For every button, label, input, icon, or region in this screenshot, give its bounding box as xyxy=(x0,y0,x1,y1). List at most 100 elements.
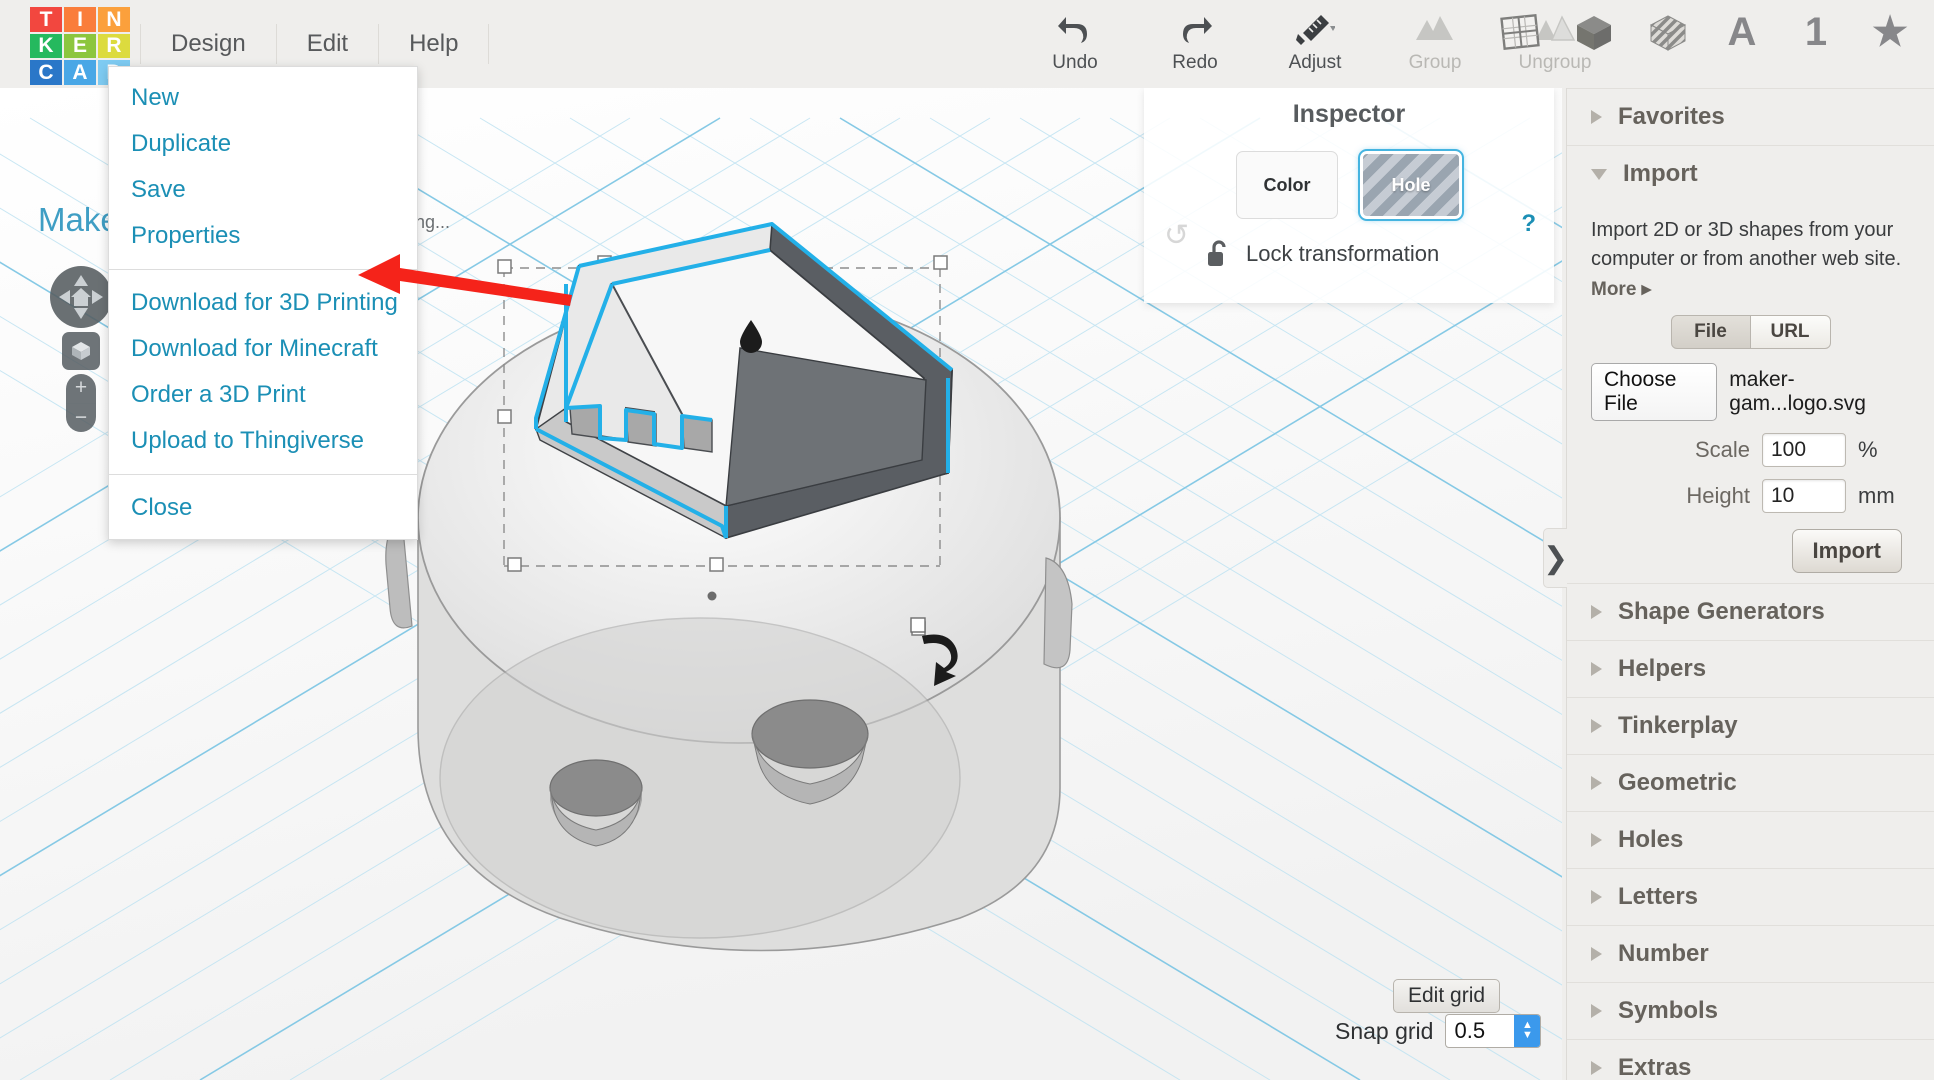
chevron-right-icon xyxy=(1591,605,1602,619)
sidebar-item-import[interactable]: Import xyxy=(1567,146,1934,202)
chevron-right-icon xyxy=(1591,662,1602,676)
color-swatch-label: Color xyxy=(1263,174,1311,195)
scale-input[interactable] xyxy=(1762,433,1846,467)
menu-help[interactable]: Help xyxy=(379,24,490,64)
sidebar-item-shape-generators[interactable]: Shape Generators xyxy=(1567,583,1934,641)
text-letter-icon[interactable]: A xyxy=(1718,8,1766,56)
snap-grid-value: 0.5 xyxy=(1454,1018,1486,1043)
sidebar-item-label: Helpers xyxy=(1618,655,1707,682)
menu-item-new[interactable]: New xyxy=(109,75,417,121)
logo-cell-R: R xyxy=(98,33,130,59)
logo-cell-K: K xyxy=(30,33,62,59)
sidebar-item-label: Symbols xyxy=(1618,997,1719,1024)
solid-cube-icon[interactable] xyxy=(1570,8,1618,56)
sidebar-item-extras[interactable]: Extras xyxy=(1567,1040,1934,1080)
chevron-right-icon xyxy=(1591,833,1602,847)
favorite-star-icon[interactable]: ★ xyxy=(1866,8,1914,56)
choose-file-button[interactable]: Choose File xyxy=(1591,363,1718,421)
height-input[interactable] xyxy=(1762,479,1846,513)
chevron-right-icon xyxy=(1591,1004,1602,1018)
hole-cube-icon[interactable] xyxy=(1644,8,1692,56)
menu-item-order-3d-print[interactable]: Order a 3D Print xyxy=(109,372,417,418)
view-navigation-pad[interactable] xyxy=(50,266,112,328)
group-label: Group xyxy=(1408,52,1462,73)
logo-cell-A: A xyxy=(64,60,96,85)
inspector-undo-icon: ↺ xyxy=(1164,219,1190,252)
group-button[interactable]: Group xyxy=(1380,10,1490,74)
import-button[interactable]: Import xyxy=(1791,529,1902,573)
inspector-help-button[interactable]: ? xyxy=(1521,210,1536,238)
menu-item-duplicate[interactable]: Duplicate xyxy=(109,121,417,167)
menu-item-upload-thingiverse[interactable]: Upload to Thingiverse xyxy=(109,418,417,464)
sidebar-item-tinkerplay[interactable]: Tinkerplay xyxy=(1567,698,1934,755)
sidebar-item-favorites[interactable]: Favorites xyxy=(1567,88,1934,146)
redo-arrow-icon xyxy=(1178,10,1212,48)
menu-edit[interactable]: Edit xyxy=(277,24,380,64)
tab-url[interactable]: URL xyxy=(1750,315,1831,349)
redo-button[interactable]: Redo xyxy=(1140,10,1250,74)
sidebar-item-label: Import xyxy=(1623,160,1698,187)
edit-grid-button[interactable]: Edit grid xyxy=(1393,979,1501,1013)
adjust-button[interactable]: Adjust xyxy=(1260,10,1370,74)
menu-bar: Design Edit Help xyxy=(140,24,490,64)
zoom-in-button[interactable]: + xyxy=(66,374,96,404)
chevron-down-icon xyxy=(1591,168,1607,180)
scale-label: Scale xyxy=(1694,437,1750,462)
chevron-right-icon xyxy=(1591,890,1602,904)
menu-item-save[interactable]: Save xyxy=(109,167,417,213)
adjust-label: Adjust xyxy=(1288,52,1342,73)
chevron-right-icon xyxy=(1591,1061,1602,1075)
star-glyph: ★ xyxy=(1872,10,1908,54)
zoom-out-button[interactable]: − xyxy=(66,404,96,433)
annotation-arrow-icon xyxy=(358,254,572,306)
import-more-link[interactable]: More ▸ xyxy=(1591,278,1910,301)
hole-swatch-button[interactable]: Hole xyxy=(1358,149,1464,221)
lock-transformation-row[interactable]: Lock transformation xyxy=(1144,239,1554,269)
menu-design[interactable]: Design xyxy=(140,24,277,64)
scale-unit: % xyxy=(1858,437,1878,462)
logo-cell-T: T xyxy=(30,7,62,32)
sidebar-item-symbols[interactable]: Symbols xyxy=(1567,983,1934,1040)
lock-transformation-label: Lock transformation xyxy=(1246,241,1440,266)
sidebar-item-label: Letters xyxy=(1618,883,1699,910)
chevron-right-icon xyxy=(1591,947,1602,961)
scale-field-row: Scale % xyxy=(1591,433,1910,467)
snap-grid-row: Snap grid 0.5 ▲ ▼ xyxy=(1335,1014,1542,1048)
file-chooser-row: Choose File maker-gam...logo.svg xyxy=(1591,363,1910,421)
sidebar-item-holes[interactable]: Holes xyxy=(1567,812,1934,869)
menu-item-close[interactable]: Close xyxy=(109,485,417,531)
view-cube-button[interactable] xyxy=(62,332,100,370)
save-status: ng... xyxy=(415,212,451,232)
shapes-panel: Favorites Import Import 2D or 3D shapes … xyxy=(1566,88,1934,1080)
sidebar-item-geometric[interactable]: Geometric xyxy=(1567,755,1934,812)
sidebar-item-helpers[interactable]: Helpers xyxy=(1567,641,1934,698)
height-field-row: Height mm xyxy=(1591,479,1910,513)
chosen-file-name: maker-gam...logo.svg xyxy=(1729,368,1866,415)
undo-arrow-icon xyxy=(1058,10,1092,48)
inspector-title: Inspector xyxy=(1292,100,1406,128)
view-cube-icon xyxy=(72,342,90,360)
logo-cell-C: C xyxy=(30,60,62,85)
menu-item-download-minecraft[interactable]: Download for Minecraft xyxy=(109,326,417,372)
sidebar-item-number[interactable]: Number xyxy=(1567,926,1934,983)
sidebar-item-letters[interactable]: Letters xyxy=(1567,869,1934,926)
workplane-icon[interactable] xyxy=(1496,8,1544,56)
hole-swatch-label: Hole xyxy=(1391,174,1431,195)
stepper-arrows-icon[interactable]: ▲ ▼ xyxy=(1514,1015,1541,1047)
zoom-control[interactable]: + − xyxy=(66,374,96,432)
sidebar-item-label: Extras xyxy=(1618,1054,1692,1080)
snap-grid-select[interactable]: 0.5 ▲ ▼ xyxy=(1445,1014,1542,1048)
height-label: Height xyxy=(1686,483,1750,508)
nav-arrows-icon xyxy=(59,275,103,319)
chevron-right-icon: ❯ xyxy=(1542,541,1569,575)
menu-divider xyxy=(109,474,417,475)
number-icon[interactable]: 1 xyxy=(1792,8,1840,56)
sidebar-item-label: Geometric xyxy=(1618,769,1737,796)
height-unit: mm xyxy=(1858,483,1895,508)
undo-button[interactable]: Undo xyxy=(1020,10,1130,74)
tab-file[interactable]: File xyxy=(1670,315,1751,349)
collapse-panel-handle[interactable]: ❯ xyxy=(1542,528,1569,588)
color-swatch-button[interactable]: Color xyxy=(1236,151,1338,219)
open-padlock-icon xyxy=(1208,240,1226,266)
sidebar-item-label: Shape Generators xyxy=(1618,598,1825,625)
